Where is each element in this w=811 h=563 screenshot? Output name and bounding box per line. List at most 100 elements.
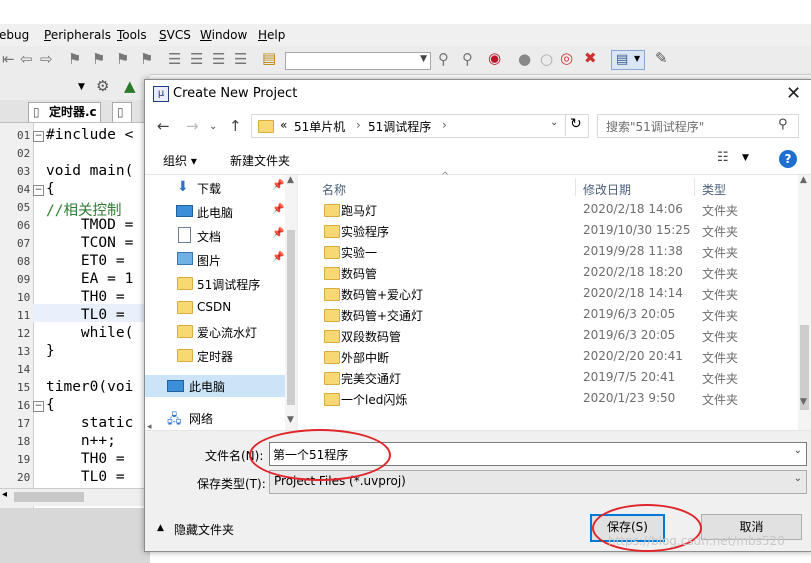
file-date: 2020/1/23 9:50 (583, 391, 676, 405)
nav-item-timer[interactable]: 定时器 (145, 345, 285, 367)
up-arrow-icon[interactable]: ↑ (229, 117, 242, 135)
recent-chevron-icon[interactable]: ⌄ (209, 121, 217, 132)
scroll-down-icon[interactable]: ▼ (800, 397, 807, 407)
indent-icon[interactable]: ⇤ (2, 52, 15, 67)
find-icon[interactable]: ⚲ (438, 52, 449, 67)
replace-icon[interactable]: ⚲ (462, 52, 473, 67)
scroll-down-icon[interactable]: ▼ (287, 415, 294, 425)
debug-start-icon[interactable]: ◉ (488, 51, 501, 66)
manage-icon[interactable]: ▲ (124, 79, 136, 94)
column-divider[interactable] (694, 178, 695, 196)
nav-item-documents[interactable]: 文档 📌 (145, 225, 285, 247)
search-box[interactable]: 搜索"51调试程序" ⚲ (597, 114, 799, 138)
nav-item-csdn[interactable]: CSDN (145, 297, 285, 319)
file-date: 2019/9/28 11:38 (583, 244, 683, 258)
help-icon[interactable]: ? (779, 150, 797, 168)
fold-toggle-icon[interactable]: − (33, 185, 44, 196)
wrench-icon[interactable]: ✎ (655, 51, 668, 66)
scroll-up-icon[interactable]: ▲ (800, 175, 807, 185)
comment-icon[interactable]: ☰ (212, 52, 225, 67)
bookmark-next-icon[interactable]: ⚑ (116, 52, 129, 67)
nav-item-downloads[interactable]: ⬇ 下载 📌 (145, 177, 285, 199)
list-item[interactable]: 数码管+交通灯 2019/6/3 20:05 文件夹 (298, 304, 798, 325)
list-item[interactable]: 数码管+爱心灯 2020/2/18 14:14 文件夹 (298, 283, 798, 304)
menu-svcs[interactable]: SVCS (159, 28, 191, 42)
chevron-down-icon[interactable]: ⌄ (794, 445, 802, 456)
address-dropdown-icon[interactable]: ⌄ (550, 117, 558, 128)
bookmark-icon[interactable]: ⚑ (68, 52, 81, 67)
forward-icon[interactable]: ⇨ (40, 52, 53, 67)
uncomment-icon[interactable]: ☰ (234, 52, 247, 67)
search-icon[interactable]: ⚲ (778, 117, 788, 132)
chevron-up-icon[interactable]: ▲ (157, 523, 164, 533)
forward-arrow-icon[interactable]: → (186, 117, 199, 135)
menu-debug[interactable]: ebug (0, 28, 29, 42)
scroll-up-icon[interactable]: ▲ (287, 175, 294, 185)
menu-peripherals[interactable]: Peripherals (44, 28, 111, 42)
indent-more-icon[interactable]: ☰ (168, 52, 181, 67)
download-icon: ⬇ (177, 179, 189, 195)
chevron-down-icon[interactable]: ⌄ (794, 473, 802, 484)
list-item[interactable]: 双段数码管 2019/6/3 20:05 文件夹 (298, 325, 798, 346)
nav-item-pictures[interactable]: 图片 📌 (145, 249, 285, 271)
list-item[interactable]: 实验一 2019/9/28 11:38 文件夹 (298, 241, 798, 262)
bookmark-clear-icon[interactable]: ⚑ (140, 52, 153, 67)
organize-button[interactable]: 组织 ▾ (163, 152, 197, 169)
file-list-scrollbar[interactable]: ▲ ▼ (798, 175, 811, 430)
list-item[interactable]: 一个led闪烁 2020/1/23 9:50 文件夹 (298, 388, 798, 409)
scroll-left-icon[interactable]: ◂ (2, 489, 7, 500)
bookmark-prev-icon[interactable]: ⚑ (92, 52, 105, 67)
column-type[interactable]: 类型 (702, 181, 726, 198)
menu-tools[interactable]: Tools (117, 28, 147, 42)
chevron-down-icon[interactable]: ▼ (78, 82, 85, 92)
list-item[interactable]: 外部中断 2020/2/20 20:41 文件夹 (298, 346, 798, 367)
breadcrumb-overflow[interactable]: « (280, 118, 287, 132)
nav-item-this-pc-selected[interactable]: 此电脑 (145, 375, 285, 397)
breakpoint-clear-icon[interactable]: ◎ (560, 51, 573, 66)
scroll-thumb[interactable] (287, 230, 295, 405)
back-arrow-icon[interactable]: ← (157, 117, 170, 135)
list-item[interactable]: 实验程序 2019/10/30 15:25 文件夹 (298, 220, 798, 241)
find-combo[interactable]: ▼ (285, 52, 431, 70)
breakpoint-kill-icon[interactable]: ✖ (584, 51, 597, 66)
refresh-button[interactable]: ↻ (565, 114, 588, 136)
horizontal-scrollbar[interactable]: ◂ (0, 488, 150, 506)
column-name[interactable]: 名称 (322, 181, 346, 198)
options-icon[interactable]: ⚙ (96, 79, 109, 94)
scroll-thumb[interactable] (14, 492, 84, 502)
column-divider[interactable] (575, 178, 576, 196)
breakpoint-icon[interactable]: ● (518, 52, 531, 67)
window-layout-button[interactable]: ▤ ▼ (611, 50, 645, 70)
open-file-icon[interactable]: ▤ (262, 51, 276, 66)
nav-item-network[interactable]: 🖧 网络 (145, 407, 285, 429)
file-date: 2019/6/3 20:05 (583, 328, 676, 342)
nav-item-this-pc[interactable]: 此电脑 📌 (145, 201, 285, 223)
navigation-scrollbar[interactable]: ▲ ▼ (285, 175, 297, 430)
view-options-icon[interactable]: ☷ (717, 150, 729, 165)
nav-item-heart-lights[interactable]: 爱心流水灯 (145, 321, 285, 343)
close-icon[interactable]: ✕ (786, 83, 801, 104)
breadcrumb-item[interactable]: 51单片机 (294, 118, 345, 135)
fold-toggle-icon[interactable]: − (33, 401, 44, 412)
breadcrumb-item[interactable]: 51调试程序 (368, 118, 431, 135)
tab-timer-c[interactable]: ▯ 定时器.c (28, 102, 101, 122)
back-icon[interactable]: ⇦ (20, 52, 33, 67)
menu-peripherals-mnemonic: P (44, 28, 51, 42)
refresh-icon: ↻ (570, 116, 582, 132)
new-folder-button[interactable]: 新建文件夹 (230, 152, 290, 169)
hide-folders-toggle[interactable]: 隐藏文件夹 (174, 521, 234, 538)
list-item[interactable]: 完美交通灯 2019/7/5 20:41 文件夹 (298, 367, 798, 388)
list-item[interactable]: 跑马灯 2020/2/18 14:06 文件夹 (298, 199, 798, 220)
menu-help[interactable]: Help (258, 28, 285, 42)
indent-less-icon[interactable]: ☰ (190, 52, 203, 67)
nav-item-51debug[interactable]: 51调试程序 (145, 273, 285, 295)
chevron-down-icon[interactable]: ▼ (742, 153, 749, 163)
menu-window[interactable]: Window (200, 28, 247, 42)
fold-toggle-icon[interactable]: − (33, 131, 44, 142)
address-bar[interactable]: « 51单片机 › 51调试程序 › ⌄ (251, 114, 589, 138)
code-editor[interactable]: − #include < void main(−{//相关控制 TMOD = TCO… (0, 123, 150, 488)
column-date[interactable]: 修改日期 (583, 181, 631, 198)
breakpoint-disable-icon[interactable]: ○ (540, 52, 553, 67)
tab-other[interactable]: ▯ (112, 102, 132, 122)
list-item[interactable]: 数码管 2020/2/18 18:20 文件夹 (298, 262, 798, 283)
